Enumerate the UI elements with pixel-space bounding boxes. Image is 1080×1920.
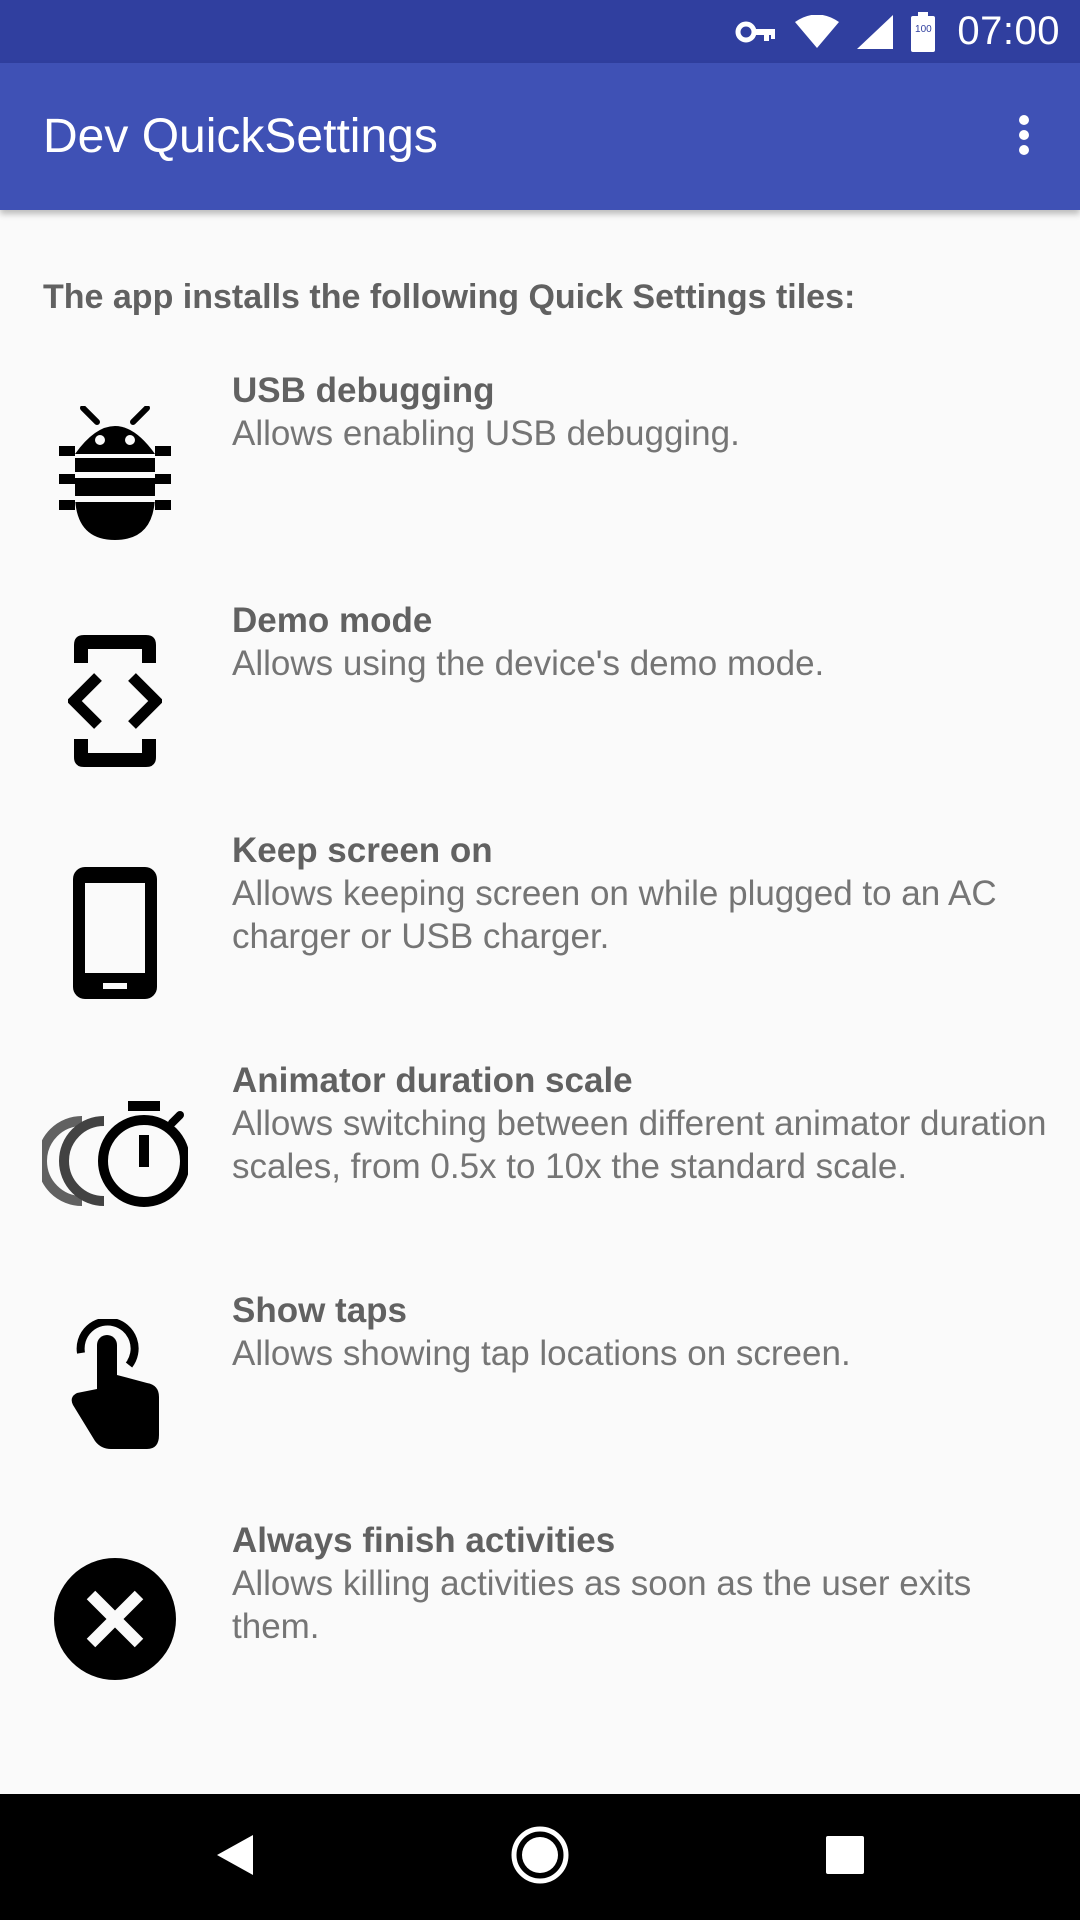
tile-title: Animator duration scale: [232, 1061, 633, 1100]
vpn-key-icon: [735, 20, 777, 44]
cancel-circle-icon: [40, 1544, 190, 1694]
recents-button[interactable]: [800, 1812, 890, 1902]
touch-app-icon: [40, 1310, 190, 1460]
tile-description: Allows keeping screen on while plugged t…: [232, 874, 997, 956]
home-icon: [510, 1825, 570, 1890]
tile-title: Keep screen on: [232, 831, 493, 870]
status-time: 07:00: [957, 9, 1060, 53]
tile-description: Allows enabling USB debugging.: [232, 414, 740, 453]
back-icon: [215, 1833, 255, 1882]
battery-icon: 100: [911, 11, 936, 52]
status-icons: 100 07:00: [735, 0, 1060, 63]
smartphone-icon: [40, 858, 190, 1008]
app-title: Dev QuickSettings: [43, 110, 438, 163]
cell-signal-icon: [857, 14, 894, 49]
tile-description: Allows showing tap locations on screen.: [232, 1334, 851, 1373]
tile-demo-mode: Demo mode Allows using the device's demo…: [0, 598, 1080, 828]
more-options-button[interactable]: [990, 101, 1058, 173]
tile-animator-duration-scale: Animator duration scale Allows switching…: [0, 1058, 1080, 1288]
tile-always-finish-activities: Always finish activities Allows killing …: [0, 1518, 1080, 1748]
back-button[interactable]: [190, 1812, 280, 1902]
tile-title: Demo mode: [232, 601, 433, 640]
developer-mode-icon: [40, 626, 190, 776]
battery-level: 100: [915, 23, 932, 35]
intro-text: The app installs the following Quick Set…: [43, 278, 856, 316]
tile-usb-debugging: USB debugging Allows enabling USB debugg…: [0, 368, 1080, 598]
navigation-bar: [0, 1794, 1080, 1920]
bug-icon: [40, 398, 190, 548]
wifi-icon: [795, 14, 840, 49]
app-bar: Dev QuickSettings: [0, 63, 1080, 210]
status-bar: 100 07:00: [0, 0, 1080, 63]
tile-description: Allows killing activities as soon as the…: [232, 1564, 972, 1646]
animator-timer-icon: [40, 1078, 190, 1228]
tile-show-taps: Show taps Allows showing tap locations o…: [0, 1288, 1080, 1518]
tile-keep-screen-on: Keep screen on Allows keeping screen on …: [0, 828, 1080, 1058]
home-button[interactable]: [495, 1812, 585, 1902]
tile-title: USB debugging: [232, 371, 495, 410]
tile-title: Show taps: [232, 1291, 408, 1330]
recents-icon: [825, 1835, 865, 1880]
tile-title: Always finish activities: [232, 1521, 616, 1560]
more-vert-icon: [1018, 114, 1030, 161]
tile-description: Allows switching between different anima…: [232, 1104, 1047, 1186]
tile-description: Allows using the device's demo mode.: [232, 644, 825, 683]
